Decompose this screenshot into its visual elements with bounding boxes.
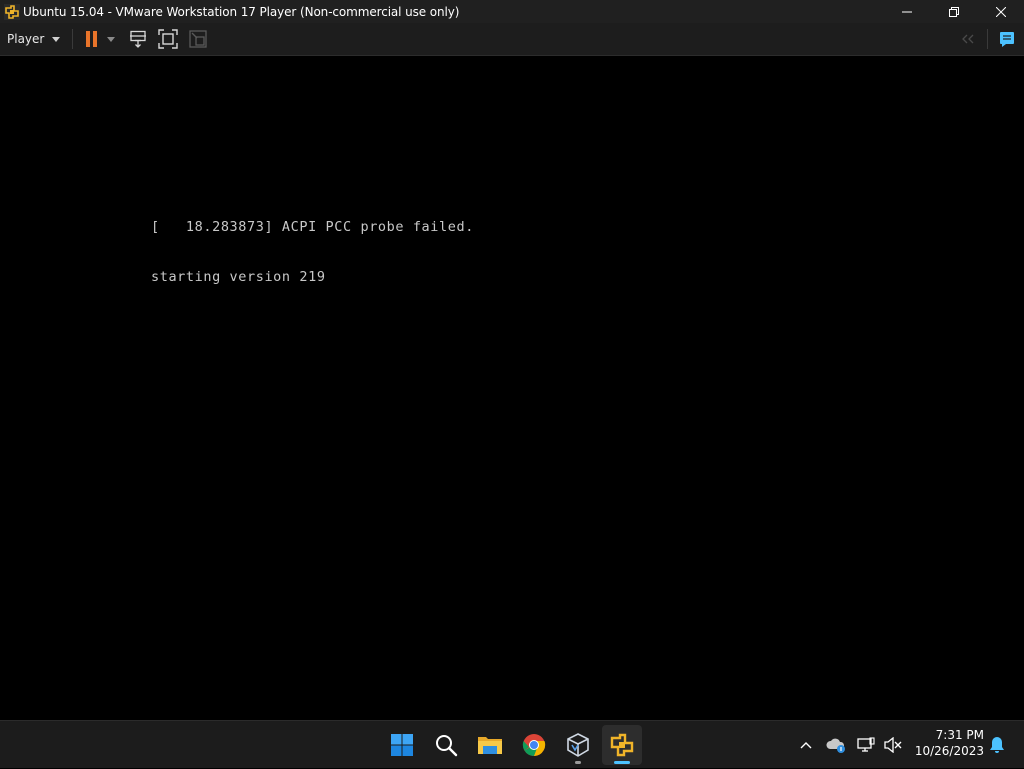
onedrive-icon bbox=[826, 738, 845, 753]
unity-button[interactable] bbox=[183, 26, 213, 52]
network-icon bbox=[857, 737, 875, 752]
chevron-down-icon bbox=[52, 36, 61, 42]
pause-icon bbox=[86, 31, 98, 47]
clock-time: 7:31 PM bbox=[935, 728, 984, 742]
search-button[interactable] bbox=[426, 725, 466, 765]
clock-date: 10/26/2023 bbox=[914, 744, 984, 758]
volume-muted-icon bbox=[884, 737, 902, 753]
search-icon bbox=[436, 735, 458, 757]
virtualbox-icon bbox=[567, 733, 589, 757]
taskbar: 7:31 PM 10/26/2023 bbox=[0, 720, 1024, 768]
back-button[interactable] bbox=[955, 26, 981, 52]
window-title: Ubuntu 15.04 - VMware Workstation 17 Pla… bbox=[23, 4, 460, 19]
message-log-button[interactable] bbox=[994, 26, 1020, 52]
restore-icon bbox=[948, 6, 959, 17]
volume-button[interactable] bbox=[880, 732, 906, 758]
toolbar-right-group bbox=[955, 23, 1024, 55]
close-icon bbox=[995, 6, 1006, 17]
chevron-down-icon bbox=[107, 36, 116, 42]
unity-icon bbox=[189, 30, 207, 48]
player-menu-button[interactable]: Player bbox=[0, 26, 66, 52]
active-indicator bbox=[614, 761, 630, 764]
console-line: starting version 219 bbox=[151, 268, 326, 285]
fit-guest-icon bbox=[158, 29, 179, 49]
start-button[interactable] bbox=[382, 725, 422, 765]
player-menu-label: Player bbox=[7, 32, 45, 46]
file-explorer-icon bbox=[478, 737, 502, 754]
fit-guest-button[interactable] bbox=[153, 26, 183, 52]
chrome-button[interactable] bbox=[514, 725, 554, 765]
file-explorer-button[interactable] bbox=[470, 725, 510, 765]
title-bar[interactable]: Ubuntu 15.04 - VMware Workstation 17 Pla… bbox=[0, 0, 1024, 23]
vmware-app-icon bbox=[4, 3, 20, 20]
back-icon bbox=[962, 34, 974, 44]
console-line: [ 18.283873] ACPI PCC probe failed. bbox=[151, 219, 474, 235]
notifications-button[interactable] bbox=[986, 732, 1008, 758]
send-ctrl-alt-del-button[interactable] bbox=[123, 26, 153, 52]
system-tray bbox=[792, 721, 906, 769]
onedrive-button[interactable] bbox=[820, 732, 852, 758]
player-toolbar: Player bbox=[0, 23, 1024, 56]
clock[interactable]: 7:31 PM 10/26/2023 bbox=[912, 727, 984, 759]
windows-start-icon bbox=[391, 734, 413, 756]
pause-button[interactable] bbox=[81, 26, 103, 52]
message-log-icon bbox=[1000, 32, 1014, 47]
show-hidden-icons-button[interactable] bbox=[792, 732, 820, 758]
toolbar-divider bbox=[72, 29, 74, 49]
close-button[interactable] bbox=[977, 0, 1024, 23]
vmware-window: Ubuntu 15.04 - VMware Workstation 17 Pla… bbox=[0, 0, 1024, 720]
running-indicator bbox=[575, 761, 581, 764]
vm-console-output[interactable]: [ 18.283873] ACPI PCC probe failed. star… bbox=[151, 186, 474, 318]
virtualbox-button[interactable] bbox=[558, 725, 598, 765]
chevron-up-icon bbox=[800, 742, 812, 749]
vmware-icon bbox=[610, 733, 634, 757]
minimize-icon bbox=[901, 11, 912, 12]
send-ctrl-alt-del-icon bbox=[130, 30, 147, 48]
minimize-button[interactable] bbox=[883, 0, 930, 23]
window-controls bbox=[883, 0, 1024, 23]
vmware-player-button[interactable] bbox=[602, 725, 642, 765]
bell-icon bbox=[990, 737, 1004, 753]
restore-button[interactable] bbox=[930, 0, 977, 23]
chrome-icon bbox=[522, 734, 546, 756]
network-button[interactable] bbox=[852, 732, 880, 758]
pause-dropdown-button[interactable] bbox=[103, 26, 119, 52]
toolbar-divider bbox=[987, 29, 988, 49]
